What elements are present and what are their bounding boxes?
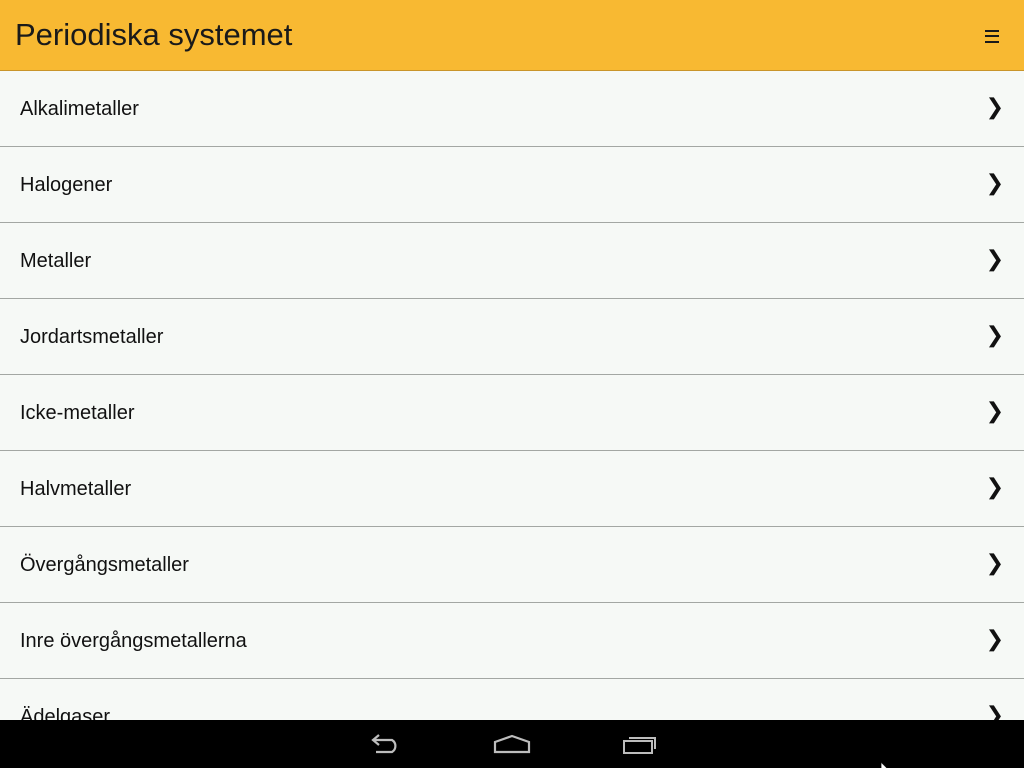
app-title: Periodiska systemet [15,17,293,52]
list-item-label: Metaller [20,250,92,272]
chevron-right-icon: ❯ [985,323,1004,348]
list-item-adelgaser[interactable]: Ädelgaser ❯ [0,679,1024,720]
chevron-right-icon: ❯ [985,171,1004,196]
home-icon [493,734,531,754]
list-item-jordartsmetaller[interactable]: Jordartsmetaller ❯ [0,299,1024,375]
list-item-halogener[interactable]: Halogener ❯ [0,147,1024,223]
list-item-label: Alkalimetaller [20,98,139,120]
chevron-right-icon: ❯ [985,95,1004,120]
recent-apps-button[interactable] [613,728,669,760]
app-screen: Periodiska systemet Alkalimetaller ❯ Hal… [0,0,1024,768]
list-item-alkalimetaller[interactable]: Alkalimetaller ❯ [0,71,1024,147]
list-item-label: Halvmetaller [20,478,132,500]
mouse-cursor-icon [881,762,888,768]
home-button[interactable] [484,728,540,760]
back-button[interactable] [356,728,412,760]
category-list: Alkalimetaller ❯ Halogener ❯ Metaller ❯ … [0,71,1024,720]
hamburger-menu-icon [985,29,999,43]
chevron-right-icon: ❯ [985,475,1004,500]
list-item-label: Jordartsmetaller [20,326,164,348]
chevron-right-icon: ❯ [985,703,1004,720]
list-item-icke-metaller[interactable]: Icke-metaller ❯ [0,375,1024,451]
chevron-right-icon: ❯ [985,551,1004,576]
list-item-label: Ädelgaser [20,706,111,720]
list-item-label: Halogener [20,174,113,196]
list-item-overgangsmetaller[interactable]: Övergångsmetaller ❯ [0,527,1024,603]
list-item-label: Icke-metaller [20,402,135,424]
system-navigation-bar [0,720,1024,768]
chevron-right-icon: ❯ [985,399,1004,424]
list-item-metaller[interactable]: Metaller ❯ [0,223,1024,299]
list-item-halvmetaller[interactable]: Halvmetaller ❯ [0,451,1024,527]
chevron-right-icon: ❯ [985,247,1004,272]
list-item-inre-overgangsmetallerna[interactable]: Inre övergångsmetallerna ❯ [0,603,1024,679]
list-item-label: Inre övergångsmetallerna [20,630,247,652]
menu-button[interactable] [972,20,1012,52]
app-bar: Periodiska systemet [0,0,1024,71]
back-icon [371,734,397,754]
recent-apps-icon [623,737,656,754]
chevron-right-icon: ❯ [985,627,1004,652]
list-item-label: Övergångsmetaller [20,554,189,576]
